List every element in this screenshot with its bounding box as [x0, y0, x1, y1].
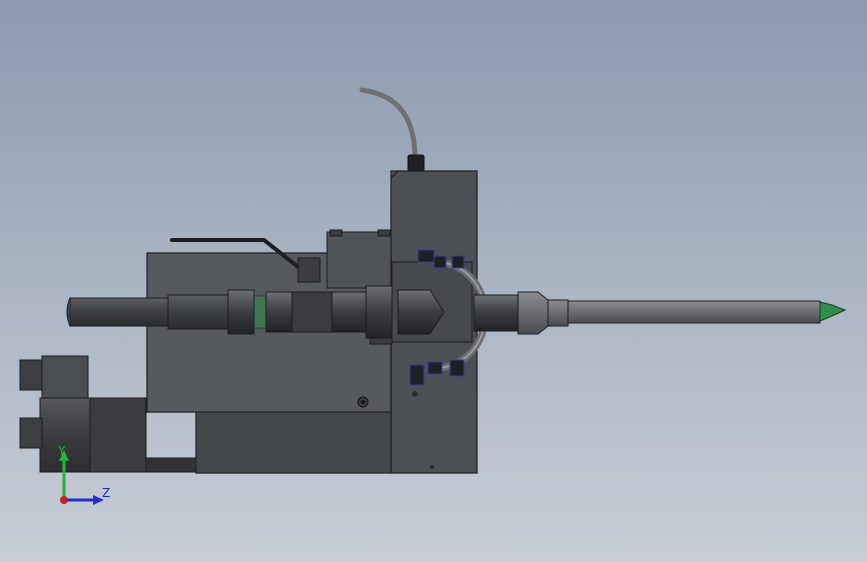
axis-y-label: Y: [58, 444, 66, 458]
axis-z-label: Z: [102, 486, 111, 500]
inlet-hose: [69, 297, 171, 327]
motor-connector-1: [19, 359, 43, 391]
nozzle-cone: [517, 291, 549, 335]
cable-connector: [407, 154, 425, 172]
nozzle-nut: [473, 294, 519, 332]
signal-cable: [359, 87, 418, 161]
nozzle-tip: [819, 301, 847, 322]
valve-block: [326, 231, 392, 289]
hose-sleeve: [167, 294, 229, 330]
fitting-nut-1: [227, 289, 255, 335]
nozzle-barrel: [567, 300, 821, 324]
cad-model-view[interactable]: [0, 0, 867, 562]
graphics-viewport[interactable]: Y Z: [0, 0, 867, 562]
fitting-nut-2: [331, 291, 367, 333]
motor-connector-2: [19, 417, 43, 449]
